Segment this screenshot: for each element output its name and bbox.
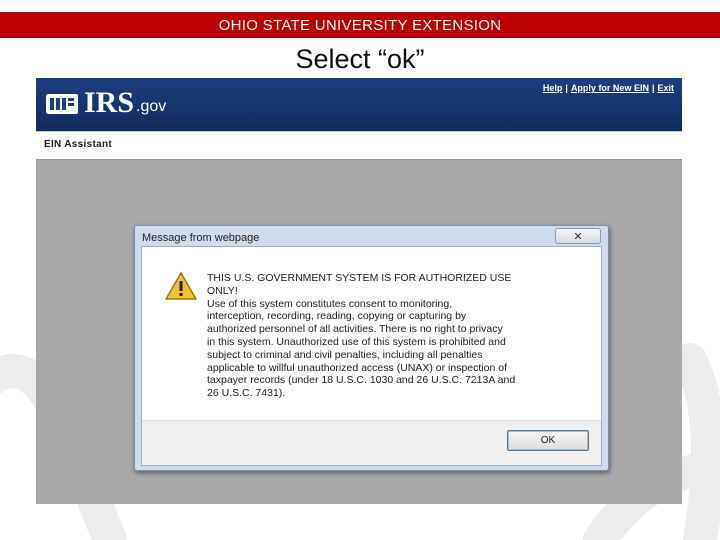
close-button[interactable]: ✕: [555, 228, 601, 244]
ok-button[interactable]: OK: [507, 430, 589, 451]
irs-header: IRS .gov Help | Apply for New EIN | Exit: [36, 78, 682, 131]
message-line: applicable to willful unauthorized acces…: [207, 361, 507, 374]
message-line: ONLY!: [207, 284, 238, 297]
dialog-body: THIS U.S. GOVERNMENT SYSTEM IS FOR AUTHO…: [141, 246, 602, 466]
message-line: authorized personnel of all activities. …: [207, 323, 503, 336]
message-line: taxpayer records (under 18 U.S.C. 1030 a…: [207, 374, 516, 387]
apply-new-ein-link[interactable]: Apply for New EIN: [571, 83, 649, 93]
dialog-button-area: OK: [142, 420, 601, 465]
banner-title: OHIO STATE UNIVERSITY EXTENSION: [218, 16, 502, 34]
message-line: THIS U.S. GOVERNMENT SYSTEM IS FOR AUTHO…: [207, 272, 512, 284]
warning-triangle-icon: [165, 272, 197, 300]
ein-assistant-bar: EIN Assistant: [36, 131, 682, 160]
irs-logo-suffix: .gov: [136, 98, 167, 115]
irs-logo: IRS .gov: [44, 88, 166, 118]
irs-logo-text: IRS: [84, 86, 135, 119]
message-line: subject to criminal and civil penalties,…: [207, 348, 483, 361]
header-links: Help | Apply for New EIN | Exit: [543, 83, 674, 93]
message-dialog: Message from webpage ✕ THIS U.S. GOVERNM…: [134, 225, 609, 471]
dialog-title: Message from webpage: [142, 232, 260, 244]
message-line: Use of this system constitutes consent t…: [207, 297, 453, 310]
exit-link[interactable]: Exit: [657, 83, 674, 93]
warning-message: THIS U.S. GOVERNMENT SYSTEM IS FOR AUTHO…: [207, 272, 592, 400]
irs-eagle-icon: [46, 94, 78, 114]
close-x-icon: ✕: [573, 230, 583, 243]
help-link[interactable]: Help: [543, 83, 563, 93]
message-line: in this system. Unauthorized use of this…: [207, 335, 506, 348]
university-banner: OHIO STATE UNIVERSITY EXTENSION: [0, 12, 720, 38]
message-line: interception, recording, reading, copyin…: [207, 310, 467, 323]
link-separator: |: [565, 83, 568, 93]
link-separator: |: [651, 83, 655, 93]
message-line: 26 U.S.C. 7431).: [207, 387, 286, 400]
slide-title: Select “ok”: [295, 44, 425, 74]
ein-assistant-title: EIN Assistant: [44, 139, 112, 150]
